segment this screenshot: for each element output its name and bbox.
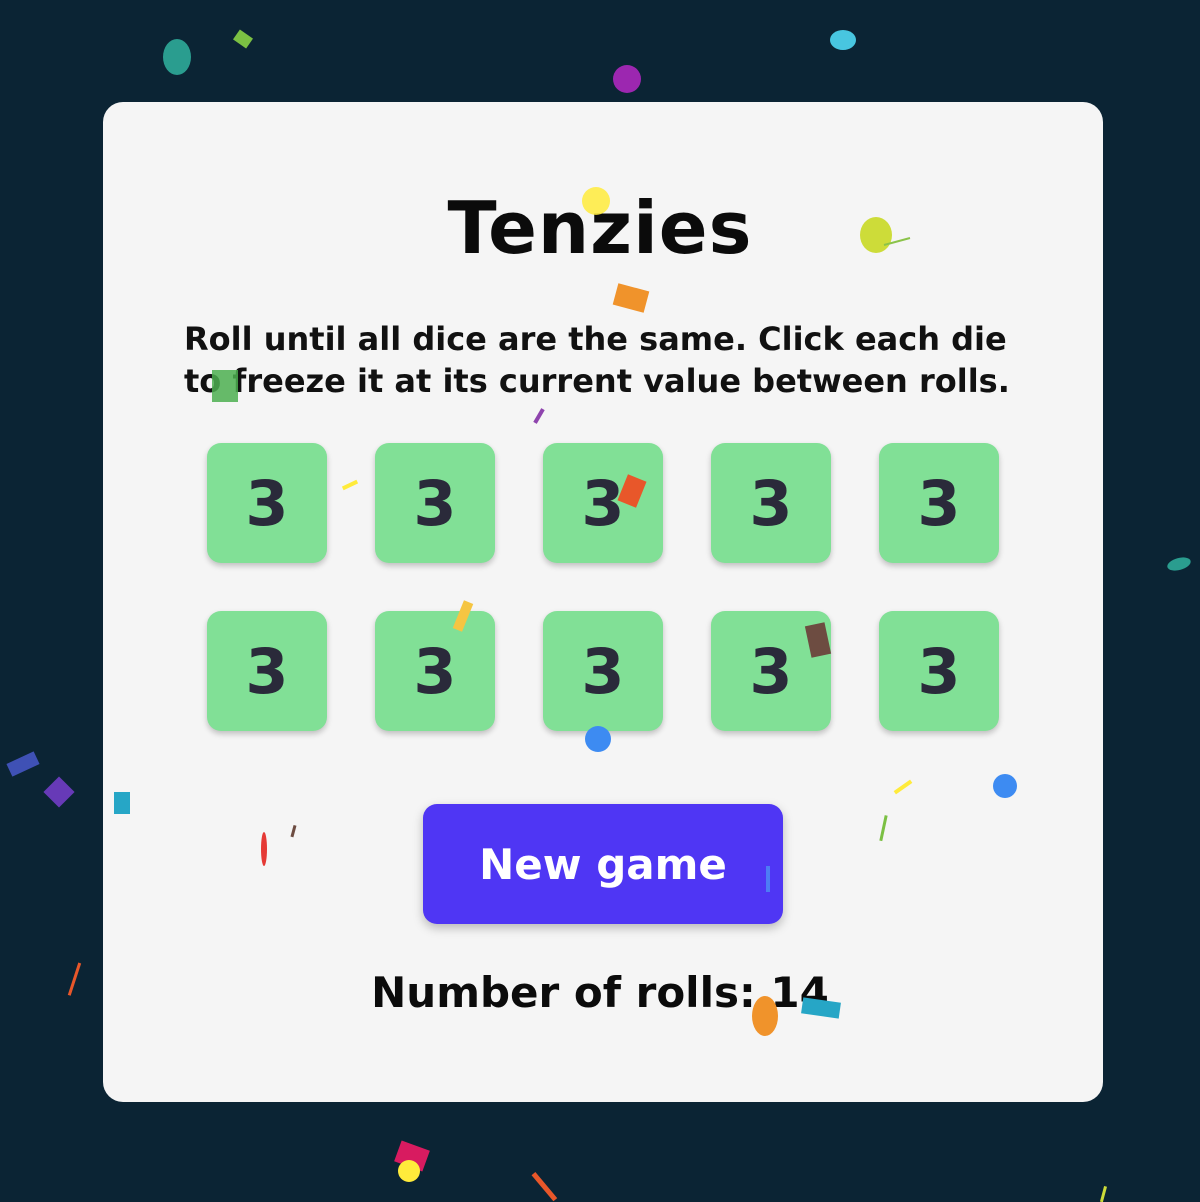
die[interactable]: 3 — [207, 443, 327, 563]
confetti-piece — [531, 1172, 558, 1202]
confetti-piece — [1167, 557, 1191, 571]
die[interactable]: 3 — [711, 443, 831, 563]
confetti-piece — [613, 65, 641, 93]
die[interactable]: 3 — [711, 611, 831, 731]
confetti-piece — [830, 30, 856, 50]
die[interactable]: 3 — [879, 443, 999, 563]
die[interactable]: 3 — [543, 611, 663, 731]
dice-grid: 3 3 3 3 3 3 3 3 3 3 — [207, 443, 999, 731]
die[interactable]: 3 — [879, 611, 999, 731]
die[interactable]: 3 — [375, 611, 495, 731]
confetti-piece — [6, 751, 40, 777]
confetti-piece — [233, 29, 253, 49]
die[interactable]: 3 — [543, 443, 663, 563]
die[interactable]: 3 — [375, 443, 495, 563]
new-game-button[interactable]: New game — [423, 804, 783, 924]
game-title: Tenzies — [447, 186, 753, 270]
confetti-piece — [1099, 1186, 1108, 1202]
confetti-piece — [398, 1160, 420, 1182]
roll-counter: Number of rolls: 14 — [371, 968, 829, 1017]
die[interactable]: 3 — [207, 611, 327, 731]
confetti-piece — [163, 39, 191, 75]
confetti-piece — [394, 1140, 430, 1172]
confetti-piece — [43, 776, 75, 808]
instructions-text: Roll until all dice are the same. Click … — [184, 320, 1010, 400]
